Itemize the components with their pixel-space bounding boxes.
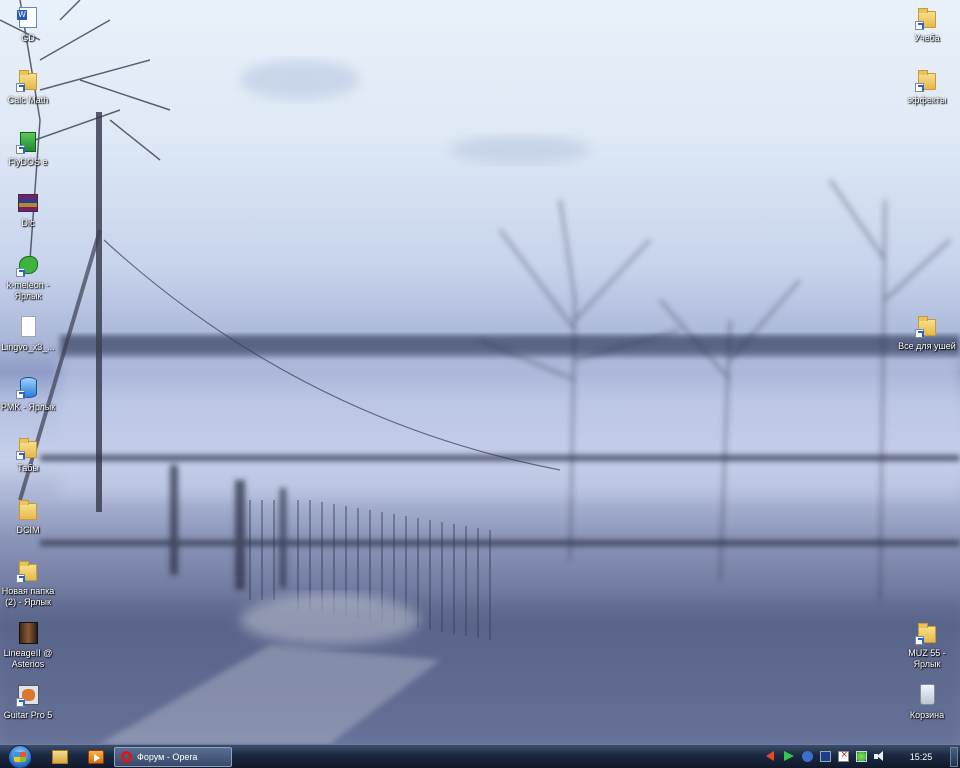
desktop-icon-label: Lingvo_x3_...	[1, 342, 55, 352]
desktop-icon-label: FlyDOS e	[8, 157, 48, 167]
winrar-archive-icon	[16, 191, 40, 215]
desktop-icon-taby[interactable]: Табы	[0, 436, 58, 474]
desktop-icon-label: Учеба	[914, 33, 940, 43]
desktop-icon-label: Dic	[21, 218, 35, 228]
media-player-icon[interactable]	[88, 750, 104, 764]
desktop-icon-label: Guitar Pro 5	[3, 710, 53, 720]
pmk-app-icon	[16, 375, 40, 399]
taskbar-button-opera[interactable]: Форум - Opera	[114, 747, 232, 767]
desktop-icon-label: эффекты	[907, 95, 947, 105]
word-document-icon	[16, 6, 40, 30]
desktop-icon-recycle-bin[interactable]: Корзина	[897, 683, 957, 721]
speaker-arrow-icon[interactable]	[766, 751, 774, 761]
desktop-wallpaper	[0, 0, 960, 744]
desktop-icon-label: PMK - Ярлык	[0, 402, 56, 412]
folder-icon	[16, 498, 40, 522]
folder-icon	[16, 436, 40, 460]
kmeleon-browser-icon	[16, 253, 40, 277]
folder-icon	[915, 314, 939, 338]
network-icon[interactable]	[856, 751, 867, 762]
show-desktop-button[interactable]	[950, 747, 958, 767]
desktop-icon-dcim[interactable]: DCIM	[0, 498, 58, 536]
explorer-icon[interactable]	[52, 750, 68, 764]
taskbar: Форум - Opera 15:25	[0, 744, 960, 768]
desktop-icon-dic[interactable]: Dic	[0, 191, 58, 229]
taskbar-button-label: Форум - Opera	[137, 752, 198, 762]
desktop-icon-effekty[interactable]: эффекты	[897, 68, 957, 106]
shield-icon[interactable]	[802, 751, 813, 762]
start-button[interactable]	[6, 745, 36, 768]
folder-icon	[915, 6, 939, 30]
desktop-icon-label: Корзина	[909, 710, 945, 720]
desktop-icon-kmeleon[interactable]: k-meleon - Ярлык	[0, 253, 58, 302]
desktop-icon-label: Все для ушей	[898, 341, 956, 351]
document-icon	[16, 315, 40, 339]
desktop-icon-muz-55[interactable]: MUZ 55 - Ярлык	[897, 621, 957, 670]
desktop-icon-pmk[interactable]: PMK - Ярлык	[0, 375, 58, 413]
desktop-icon-calc-math[interactable]: Calc Math	[0, 68, 58, 106]
desktop-icon-label: GD	[21, 33, 35, 43]
game-shortcut-icon	[16, 130, 40, 154]
desktop-icon-label: Новая папка (2) - Ярлык	[1, 586, 55, 607]
guitar-pro-icon	[16, 683, 40, 707]
lineage-game-icon	[16, 621, 40, 645]
folder-icon	[915, 68, 939, 92]
green-arrow-icon[interactable]	[784, 751, 794, 761]
desktop-icon-lingvo[interactable]: Lingvo_x3_...	[0, 315, 58, 353]
desktop-icon-label: DCIM	[16, 525, 40, 535]
desktop-icon-label: k-meleon - Ярлык	[6, 280, 50, 301]
desktop-icon-label: MUZ 55 - Ярлык	[908, 648, 946, 669]
desktop-icon-label: LineageII @ Asterios	[3, 648, 53, 669]
desktop-icon-label: Табы	[17, 463, 39, 473]
opera-icon	[121, 751, 132, 763]
network-error-icon[interactable]	[838, 749, 849, 762]
app-tray-icon[interactable]	[820, 751, 831, 762]
desktop-icon-new-folder-2[interactable]: Новая папка (2) - Ярлык	[0, 559, 58, 608]
folder-icon	[16, 559, 40, 583]
folder-icon	[16, 68, 40, 92]
taskbar-clock[interactable]: 15:25	[898, 745, 944, 768]
volume-icon[interactable]	[874, 751, 885, 762]
desktop-icon-ucheba[interactable]: Учеба	[897, 6, 957, 44]
desktop-icon-label: Calc Math	[7, 95, 49, 105]
recycle-bin-icon	[915, 683, 939, 707]
windows-flag-icon	[14, 752, 26, 762]
desktop-icon-guitar-pro[interactable]: Guitar Pro 5	[0, 683, 58, 721]
folder-icon	[915, 621, 939, 645]
system-tray	[760, 745, 890, 768]
desktop-icon-flydos[interactable]: FlyDOS e	[0, 130, 58, 168]
desktop-icon-vse-dlya-ushey[interactable]: Все для ушей	[897, 314, 957, 352]
desktop-icon-lineage[interactable]: LineageII @ Asterios	[0, 621, 58, 670]
desktop-icon-gd[interactable]: GD	[0, 6, 58, 44]
